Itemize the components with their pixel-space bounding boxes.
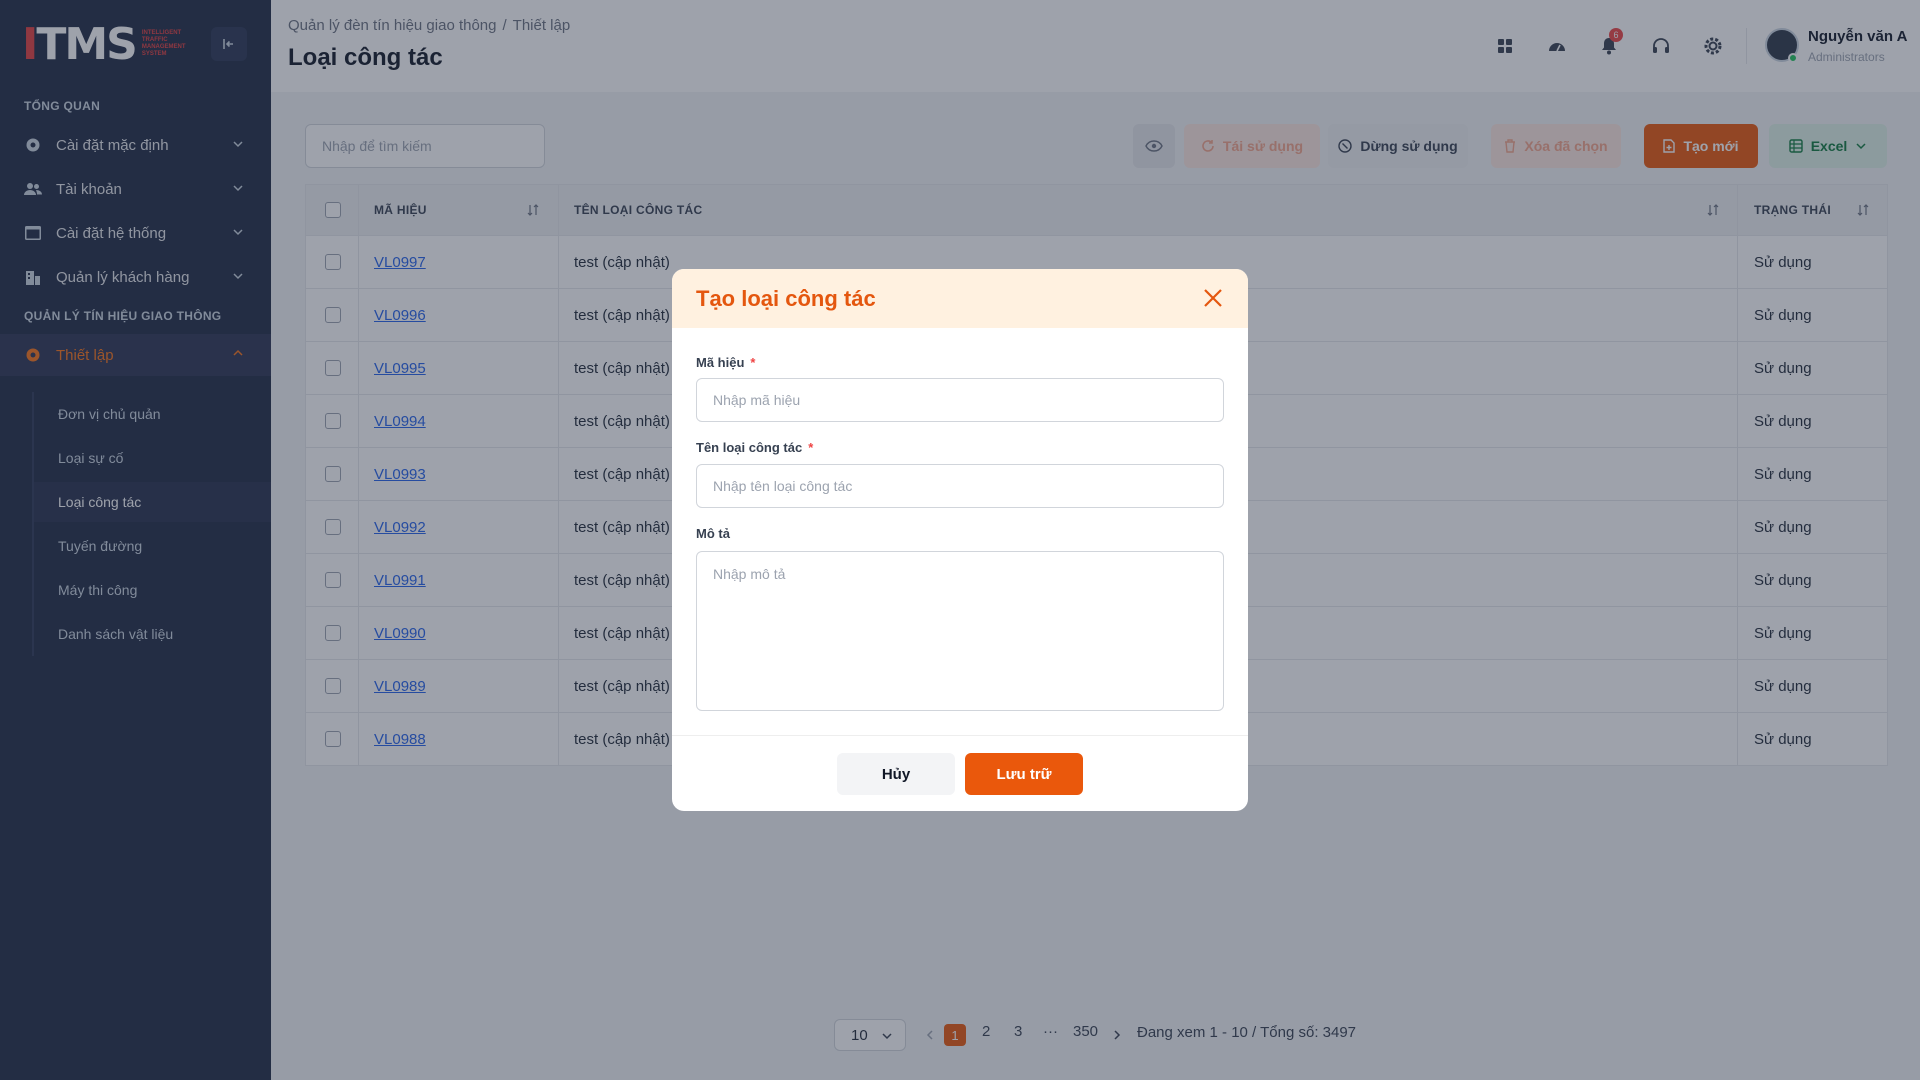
cancel-button[interactable]: Hủy — [837, 753, 955, 795]
code-field-label: Mã hiệu * — [696, 355, 756, 370]
close-icon[interactable] — [1202, 287, 1224, 309]
modal-title: Tạo loại công tác — [696, 285, 876, 311]
description-textarea[interactable] — [696, 551, 1224, 711]
name-field-label: Tên loại công tác * — [696, 440, 814, 455]
create-work-type-modal: Tạo loại công tác Mã hiệu* Tên loại công… — [672, 269, 1248, 811]
name-input[interactable] — [696, 464, 1224, 508]
save-button[interactable]: Lưu trữ — [965, 753, 1083, 795]
description-field-label: Mô tả — [696, 526, 730, 541]
modal-divider — [672, 735, 1248, 736]
code-input[interactable] — [696, 378, 1224, 422]
modal-header: Tạo loại công tác — [672, 269, 1248, 328]
